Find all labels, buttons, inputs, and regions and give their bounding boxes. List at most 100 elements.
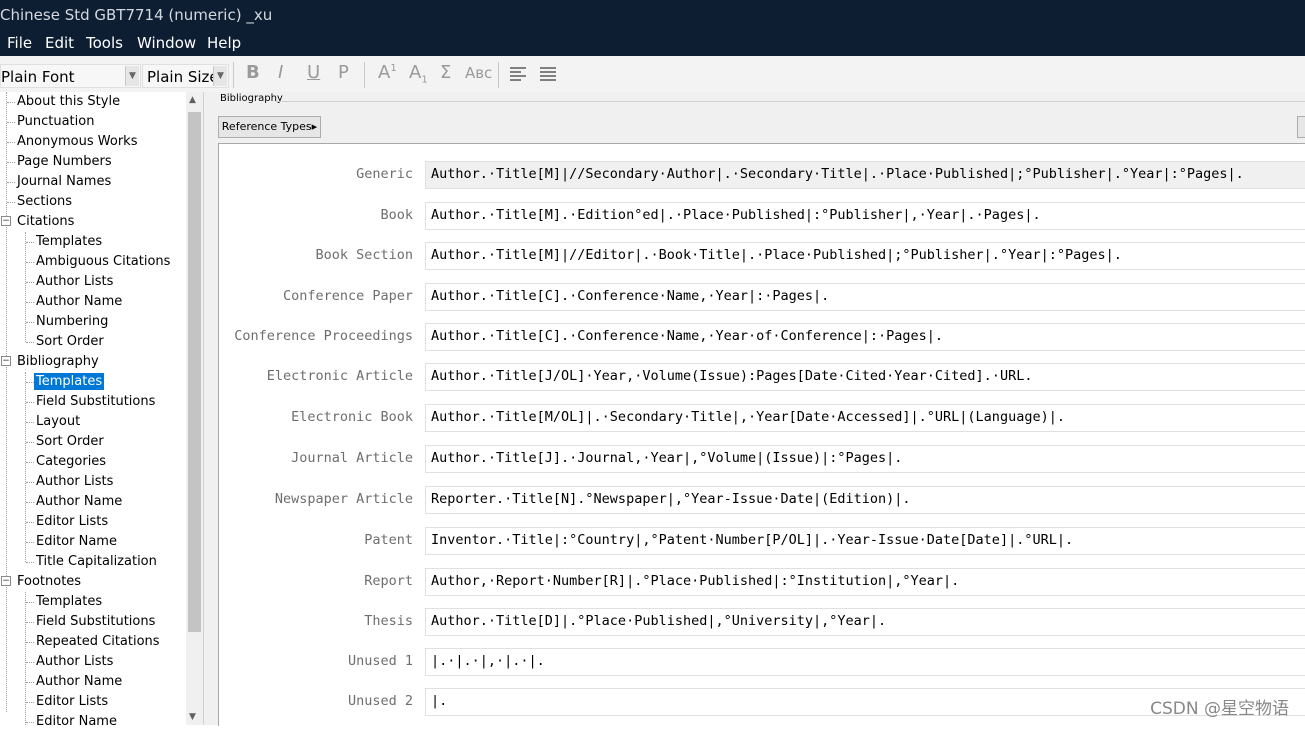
tree-bibliography-layout[interactable]: Layout — [36, 412, 80, 432]
tree-citations-numbering[interactable]: Numbering — [36, 312, 108, 332]
template-field[interactable]: Author,·Report·Number[R]|.°Place·Publish… — [425, 568, 1305, 596]
tree-bibliography-editor-name[interactable]: Editor Name — [36, 532, 117, 552]
template-field[interactable]: Author.·Title[D]|.°Place·Published|,°Uni… — [425, 608, 1305, 636]
template-value: Author.·Title[C].·Conference·Name,·Year|… — [431, 288, 830, 304]
tree-footnotes-author-name-label: Author Name — [36, 674, 123, 689]
template-label: Book — [380, 207, 413, 223]
collapse-bibliography-icon[interactable]: − — [1, 356, 11, 366]
menu-tools[interactable]: Tools — [86, 34, 123, 52]
plain-button[interactable]: P — [338, 62, 349, 83]
superscript-button[interactable]: A1 — [378, 62, 397, 83]
tree-footnotes-field-substitutions-label: Field Substitutions — [36, 614, 156, 629]
template-label: Report — [364, 573, 413, 589]
menu-edit[interactable]: Edit — [45, 34, 74, 52]
italic-button[interactable]: I — [278, 62, 283, 83]
tree-bibliography[interactable]: Bibliography — [17, 352, 99, 372]
template-field[interactable]: Reporter.·Title[N].°Newspaper|,°Year-Iss… — [425, 486, 1305, 514]
template-field[interactable]: |.·|.·|,·|.·|. — [425, 648, 1305, 676]
font-select[interactable]: Plain Font ▼ — [0, 64, 141, 88]
align-justify-icon[interactable] — [540, 67, 556, 81]
template-label: Thesis — [364, 613, 413, 629]
template-field[interactable]: Author.·Title[C].·Conference·Name,·Year·… — [425, 323, 1305, 351]
size-select[interactable]: Plain Size ▼ — [142, 64, 229, 88]
tree-footnotes-field-substitutions[interactable]: Field Substitutions — [36, 612, 155, 632]
tree-footnotes[interactable]: Footnotes — [17, 572, 81, 592]
reference-types-button[interactable]: Reference Types▸ — [218, 116, 321, 138]
tree-bibliography-sort-order[interactable]: Sort Order — [36, 432, 104, 452]
template-field[interactable]: Author.·Title[M].·Edition°ed|.·Place·Pub… — [425, 202, 1305, 230]
menu-help[interactable]: Help — [207, 34, 241, 52]
template-field[interactable]: Inventor.·Title|:°Country|,°Patent·Numbe… — [425, 527, 1305, 555]
bold-button[interactable]: B — [246, 62, 260, 83]
tree-footnotes-templates-label: Templates — [36, 594, 103, 609]
symbol-button[interactable]: Σ — [440, 62, 451, 83]
chevron-down-icon[interactable]: ▼ — [125, 66, 139, 86]
tree-footnotes-author-name[interactable]: Author Name — [36, 672, 122, 692]
tree-bibliography-templates-label: Templates — [34, 373, 105, 390]
tree-citations-templates-label: Templates — [36, 234, 103, 249]
scroll-up-icon[interactable]: ▲ — [189, 95, 196, 105]
tree-page-numbers-label: Page Numbers — [17, 154, 112, 169]
template-editor: Generic Author.·Title[M]|//Secondary·Aut… — [218, 143, 1305, 726]
tree-citations-templates[interactable]: Templates — [36, 232, 102, 252]
tree-bibliography-templates[interactable]: Templates — [34, 372, 105, 392]
template-value: Author.·Title[C].·Conference·Name,·Year·… — [431, 328, 944, 344]
template-value: Author.·Title[M]|//Secondary·Author|.·Se… — [431, 166, 1244, 182]
template-field[interactable]: Author.·Title[J/OL]·Year,·Volume(Issue):… — [425, 363, 1305, 391]
tree-footnotes-templates[interactable]: Templates — [36, 592, 102, 612]
tree-bibliography-author-name[interactable]: Author Name — [36, 492, 122, 512]
tree-footnotes-repeated-citations[interactable]: Repeated Citations — [36, 632, 160, 652]
sidebar-scrollbar[interactable]: ▲ ▼ — [186, 92, 203, 725]
chevron-down-icon[interactable]: ▼ — [213, 66, 227, 86]
tree-citations-sort-order[interactable]: Sort Order — [36, 332, 104, 352]
tree-citations-label: Citations — [17, 214, 75, 229]
template-field[interactable]: Author.·Title[M]|//Secondary·Author|.·Se… — [425, 161, 1305, 189]
tree-citations[interactable]: Citations — [17, 212, 74, 232]
tree-citations-ambiguous-label: Ambiguous Citations — [36, 254, 171, 269]
tree-bibliography-layout-label: Layout — [36, 414, 81, 429]
tree-citations-author-name-label: Author Name — [36, 294, 123, 309]
template-value: Author.·Title[J].·Journal,·Year|,°Volume… — [431, 450, 903, 466]
tree-citations-numbering-label: Numbering — [36, 314, 109, 329]
scroll-down-icon[interactable]: ▼ — [189, 712, 196, 722]
tree-bibliography-editor-lists[interactable]: Editor Lists — [36, 512, 108, 532]
tree-footnotes-editor-lists[interactable]: Editor Lists — [36, 692, 108, 712]
subscript-button[interactable]: A1 — [409, 62, 428, 86]
collapse-footnotes-icon[interactable]: − — [1, 576, 11, 586]
collapse-citations-icon[interactable]: − — [1, 216, 11, 226]
template-field[interactable]: Author.·Title[M/OL]|.·Secondary·Title|,·… — [425, 404, 1305, 432]
panel-right-button[interactable] — [1297, 116, 1305, 138]
tree-bibliography-categories[interactable]: Categories — [36, 452, 106, 472]
template-value: |.·|.·|,·|.·|. — [431, 653, 545, 669]
tree-footnotes-author-lists[interactable]: Author Lists — [36, 652, 113, 672]
template-label: Generic — [356, 166, 413, 182]
size-select-value: Plain Size — [147, 68, 219, 86]
tree-about-style[interactable]: About this Style — [17, 92, 120, 112]
align-left-icon[interactable] — [510, 67, 526, 81]
tree-bibliography-title-capitalization[interactable]: Title Capitalization — [36, 552, 157, 572]
underline-button[interactable]: U — [307, 62, 320, 83]
tree-citations-ambiguous[interactable]: Ambiguous Citations — [36, 252, 170, 272]
tree-sections[interactable]: Sections — [17, 192, 72, 212]
tree-bibliography-field-substitutions[interactable]: Field Substitutions — [36, 392, 155, 412]
template-value: Author.·Title[M]|//Editor|.·Book·Title|.… — [431, 247, 1122, 263]
tree-citations-author-lists[interactable]: Author Lists — [36, 272, 113, 292]
tree-anonymous-works-label: Anonymous Works — [17, 134, 138, 149]
tree-footnotes-editor-name[interactable]: Editor Name — [36, 712, 117, 732]
tree-bibliography-author-lists[interactable]: Author Lists — [36, 472, 113, 492]
tree-anonymous-works[interactable]: Anonymous Works — [17, 132, 137, 152]
template-field[interactable]: Author.·Title[J].·Journal,·Year|,°Volume… — [425, 445, 1305, 473]
tree-page-numbers[interactable]: Page Numbers — [17, 152, 112, 172]
tree-citations-author-name[interactable]: Author Name — [36, 292, 122, 312]
smallcaps-button[interactable]: Aʙᴄ — [465, 64, 492, 82]
tree-punctuation[interactable]: Punctuation — [17, 112, 94, 132]
tree-footnotes-repeated-citations-label: Repeated Citations — [36, 634, 160, 649]
tree-citations-author-lists-label: Author Lists — [36, 274, 114, 289]
scroll-thumb[interactable] — [188, 112, 201, 632]
template-field[interactable]: Author.·Title[M]|//Editor|.·Book·Title|.… — [425, 242, 1305, 270]
template-field[interactable]: Author.·Title[C].·Conference·Name,·Year|… — [425, 283, 1305, 311]
menu-window[interactable]: Window — [137, 34, 196, 52]
toolbar-separator — [233, 62, 234, 88]
menu-file[interactable]: File — [7, 34, 32, 52]
tree-journal-names[interactable]: Journal Names — [17, 172, 111, 192]
